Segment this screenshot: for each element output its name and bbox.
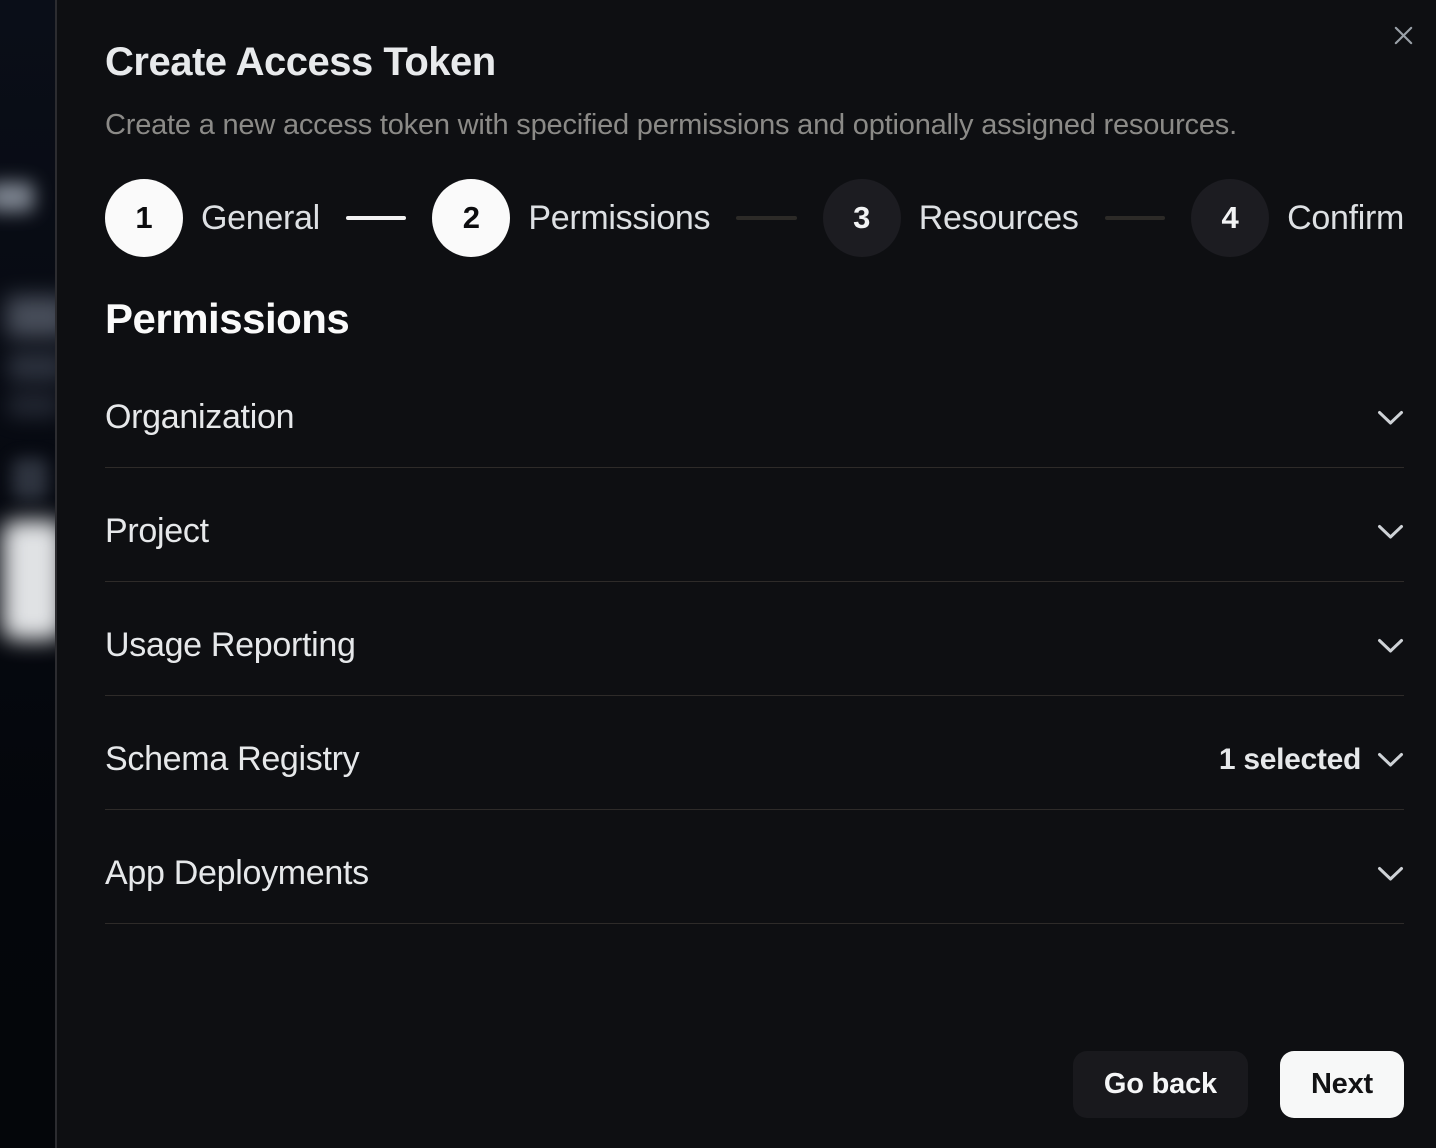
next-button[interactable]: Next [1280,1051,1404,1118]
step-label: Confirm [1287,199,1404,238]
accordion-row-usage-reporting[interactable]: Usage Reporting [105,582,1404,696]
step-general[interactable]: 1 General [105,179,320,257]
accordion-label: Usage Reporting [105,624,356,667]
step-connector [736,216,797,220]
step-connector [346,216,407,220]
accordion-row-schema-registry[interactable]: Schema Registry 1 selected [105,696,1404,810]
close-icon [1392,24,1415,47]
background-blurred-item [2,520,55,640]
stepper: 1 General 2 Permissions 3 Resources 4 Co… [105,179,1404,257]
permissions-accordion: Organization Project Usage Reporting [105,354,1404,924]
go-back-button[interactable]: Go back [1073,1051,1248,1118]
accordion-row-app-deployments[interactable]: App Deployments [105,810,1404,924]
accordion-label: Project [105,510,209,553]
accordion-row-right [1377,410,1404,426]
step-confirm[interactable]: 4 Confirm [1191,179,1404,257]
selected-count-badge: 1 selected [1219,743,1361,777]
background-blurred-item [0,182,34,212]
background-blurred-item [8,392,55,418]
step-number-badge: 4 [1191,179,1269,257]
chevron-down-icon [1377,410,1404,426]
modal-footer: Go back Next [105,1051,1404,1118]
accordion-label: App Deployments [105,852,369,895]
accordion-row-project[interactable]: Project [105,468,1404,582]
accordion-row-right [1377,524,1404,540]
step-number-badge: 3 [823,179,901,257]
accordion-label: Schema Registry [105,738,359,781]
step-label: General [201,199,320,238]
chevron-down-icon [1377,866,1404,882]
create-access-token-modal: Create Access Token Create a new access … [55,0,1436,1148]
background-blurred-item [6,296,55,338]
chevron-down-icon [1377,638,1404,654]
modal-title: Create Access Token [105,40,1404,84]
background-blurred-item [12,458,48,500]
background-blurred-item [8,352,55,382]
accordion-label: Organization [105,396,294,439]
chevron-down-icon [1377,524,1404,540]
accordion-row-right [1377,866,1404,882]
step-permissions[interactable]: 2 Permissions [432,179,710,257]
background-page-blur [0,0,55,1148]
close-button[interactable] [1382,14,1424,56]
accordion-row-organization[interactable]: Organization [105,354,1404,468]
step-connector [1105,216,1166,220]
accordion-row-right [1377,638,1404,654]
accordion-row-right: 1 selected [1219,743,1404,777]
step-resources[interactable]: 3 Resources [823,179,1079,257]
modal-subtitle: Create a new access token with specified… [105,108,1404,142]
step-number-badge: 2 [432,179,510,257]
step-label: Permissions [528,199,710,238]
step-number-badge: 1 [105,179,183,257]
step-label: Resources [919,199,1079,238]
permissions-heading: Permissions [105,294,1404,344]
chevron-down-icon [1377,752,1404,768]
